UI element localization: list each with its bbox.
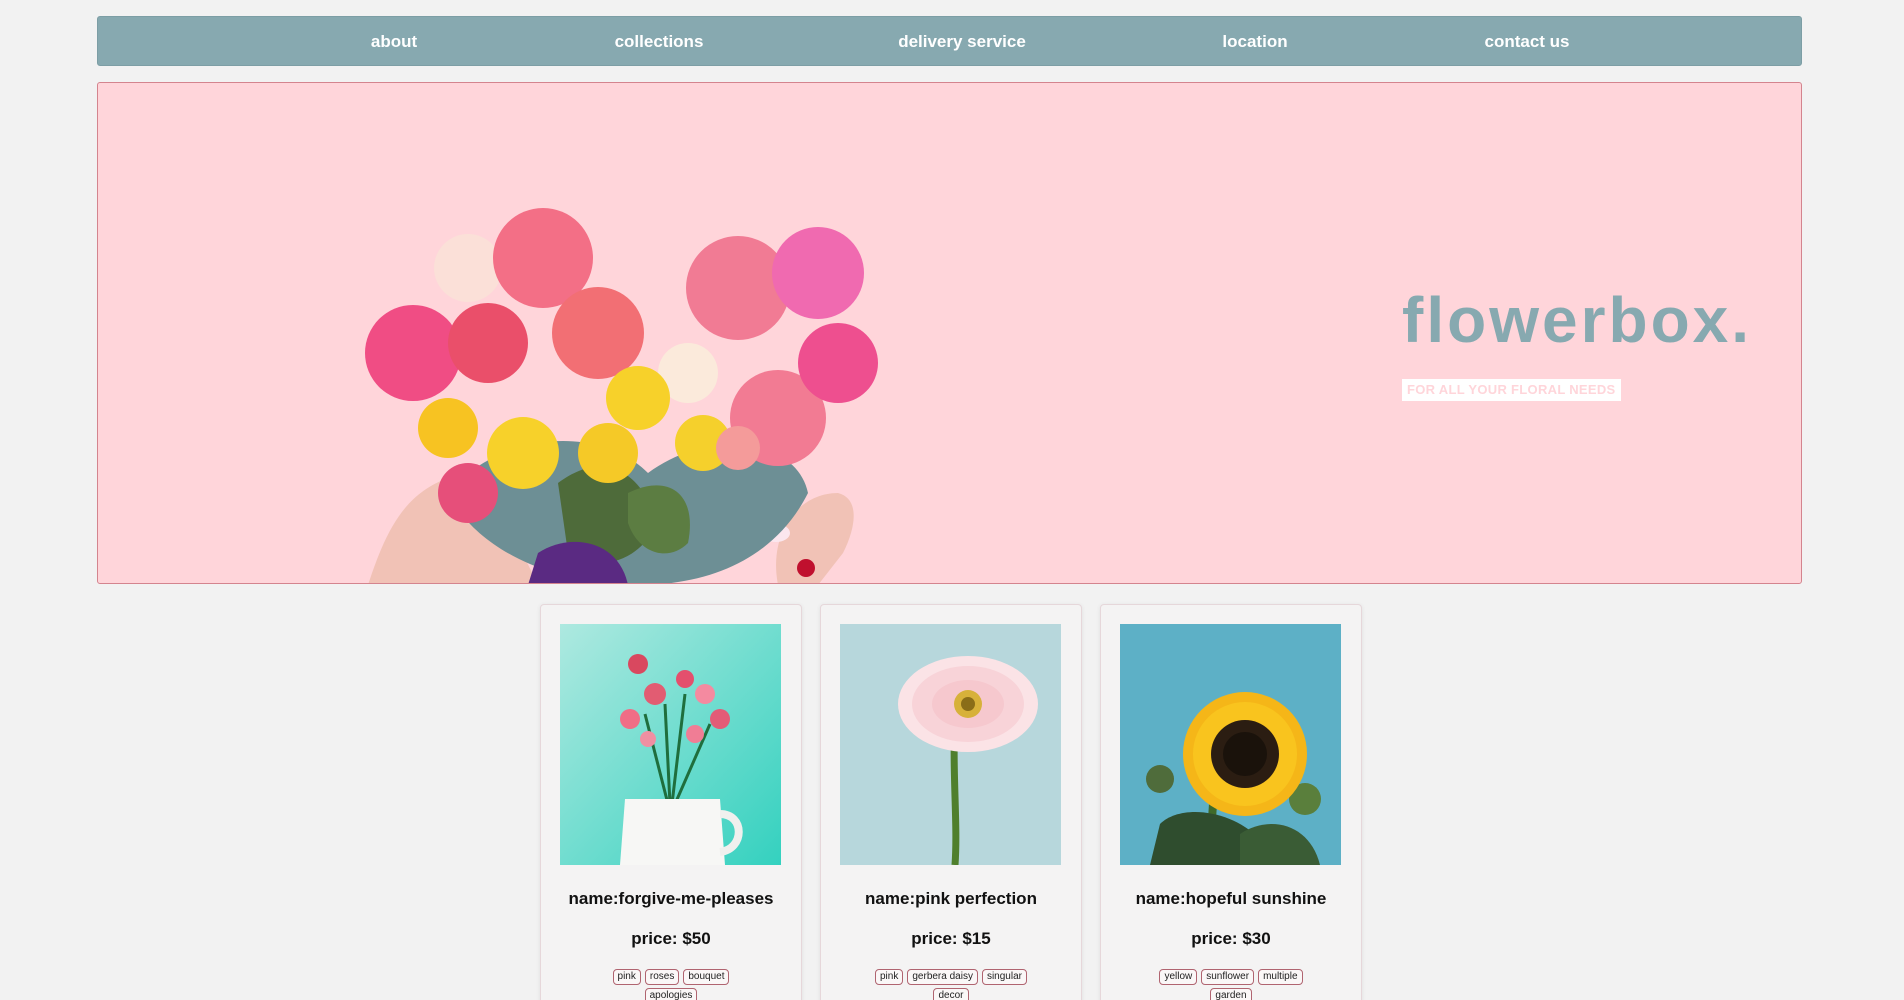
nav-collections[interactable]: collections — [615, 17, 704, 67]
product-tags: pink gerbera daisy singular decor — [871, 969, 1031, 1000]
hero-banner: flowerbox. FOR ALL YOUR FLORAL NEEDS — [97, 82, 1802, 584]
tag[interactable]: bouquet — [683, 969, 730, 985]
product-grid: name:forgive-me-pleases price: $50 pink r… — [540, 604, 1362, 1000]
nav-location[interactable]: location — [1222, 17, 1287, 67]
product-card[interactable]: name:forgive-me-pleases price: $50 pink r… — [540, 604, 802, 1000]
pink-roses-in-pitcher-image — [560, 624, 781, 865]
product-name: name:pink perfection — [865, 889, 1037, 908]
tag[interactable]: apologies — [644, 988, 698, 1000]
nav-contact-us[interactable]: contact us — [1484, 17, 1569, 67]
top-nav: about collections delivery service locat… — [97, 16, 1802, 66]
product-tags: pink roses bouquet apologies — [591, 969, 751, 1000]
product-card[interactable]: name:pink perfection price: $15 pink gerb… — [820, 604, 1082, 1000]
product-price: price: $15 — [911, 929, 991, 948]
tag[interactable]: roses — [644, 969, 680, 985]
pink-gerbera-image — [840, 624, 1061, 865]
nav-delivery-service[interactable]: delivery service — [898, 17, 1026, 67]
heart-bouquet-image — [365, 208, 878, 583]
brand-title: flowerbox. — [1402, 284, 1753, 356]
tag[interactable]: yellow — [1159, 969, 1198, 985]
product-tags: yellow sunflower multiple garden — [1151, 969, 1311, 1000]
tag[interactable]: gerbera daisy — [907, 969, 978, 985]
product-price: price: $50 — [631, 929, 711, 948]
brand-tagline: FOR ALL YOUR FLORAL NEEDS — [1402, 379, 1621, 401]
product-name: name:forgive-me-pleases — [568, 889, 774, 908]
tag[interactable]: pink — [612, 969, 641, 985]
tag[interactable]: decor — [933, 988, 969, 1000]
product-name: name:hopeful sunshine — [1135, 889, 1327, 908]
tag[interactable]: singular — [981, 969, 1027, 985]
tag[interactable]: multiple — [1258, 969, 1303, 985]
sunflower-image — [1120, 624, 1341, 865]
tag[interactable]: pink — [875, 969, 904, 985]
tag[interactable]: sunflower — [1201, 969, 1255, 985]
product-card[interactable]: name:hopeful sunshine price: $30 yellow s… — [1100, 604, 1362, 1000]
product-price: price: $30 — [1191, 929, 1271, 948]
nav-about[interactable]: about — [371, 17, 417, 67]
tag[interactable]: garden — [1210, 988, 1252, 1000]
